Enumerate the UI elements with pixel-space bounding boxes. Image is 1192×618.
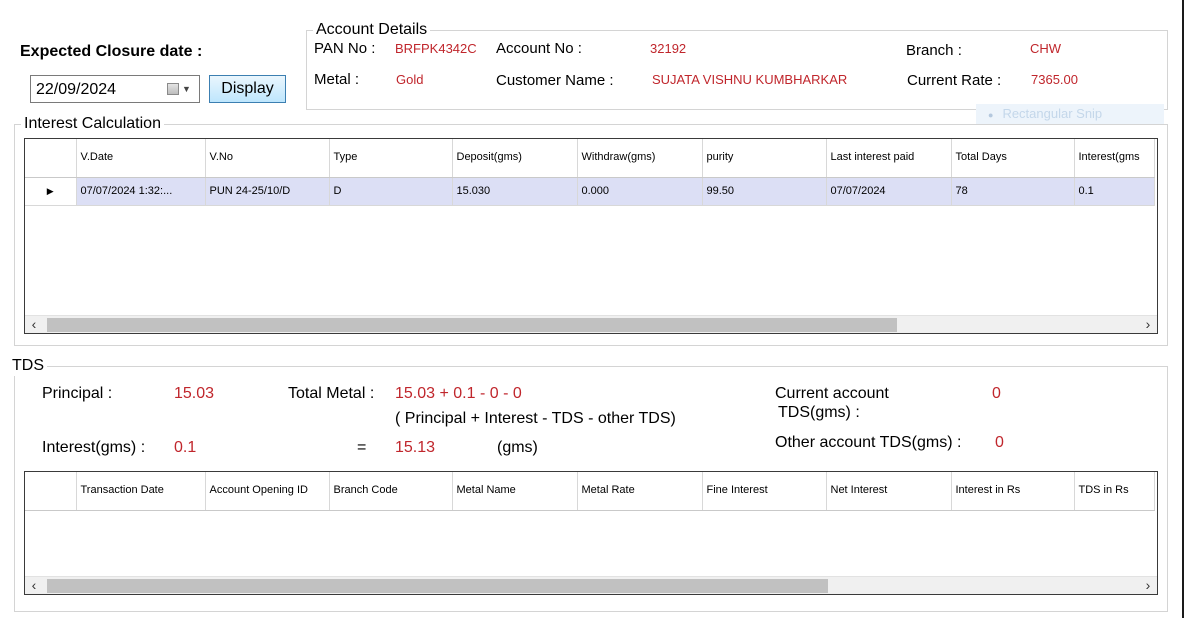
col-header[interactable]: V.No: [205, 139, 330, 178]
calendar-icon[interactable]: [167, 83, 179, 95]
col-header[interactable]: Interest(gms: [1074, 139, 1155, 178]
col-header[interactable]: Net Interest: [826, 472, 952, 511]
account-details-title: Account Details: [313, 20, 431, 40]
account-no-label: Account No :: [496, 40, 582, 57]
cell-withdraw[interactable]: 0.000: [577, 177, 703, 206]
rectangular-snip-overlay: ● Rectangular Snip: [976, 104, 1164, 124]
cell-deposit[interactable]: 15.030: [452, 177, 578, 206]
row-indicator-icon[interactable]: ▶: [25, 177, 77, 206]
window-right-border: [1182, 0, 1184, 618]
col-header[interactable]: Fine Interest: [702, 472, 827, 511]
metal-value: Gold: [396, 72, 424, 87]
formula-note: ( Principal + Interest - TDS - other TDS…: [395, 410, 676, 427]
cell-vdate[interactable]: 07/07/2024 1:32:...: [76, 177, 206, 206]
col-header[interactable]: Last interest paid: [826, 139, 952, 178]
tds-table: Transaction Date Account Opening ID Bran…: [25, 472, 1155, 511]
snip-label: Rectangular Snip: [1002, 106, 1103, 121]
col-header[interactable]: Withdraw(gms): [577, 139, 703, 178]
col-header[interactable]: Transaction Date: [76, 472, 206, 511]
col-header[interactable]: purity: [702, 139, 827, 178]
col-header[interactable]: Deposit(gms): [452, 139, 578, 178]
customer-name-value: SUJATA VISHNU KUMBHARKAR: [652, 72, 848, 87]
scroll-right-icon[interactable]: ›: [1139, 316, 1157, 333]
chevron-down-icon[interactable]: ▼: [182, 84, 191, 94]
total-metal-expression: 15.03 + 0.1 - 0 - 0: [395, 385, 522, 402]
current-rate-value: 7365.00: [1031, 72, 1078, 87]
current-account-tds-label-2: TDS(gms) :: [778, 404, 860, 421]
cell-vno[interactable]: PUN 24-25/10/D: [205, 177, 330, 206]
interest-gms-label: Interest(gms) :: [42, 439, 146, 456]
cell-last-interest-paid[interactable]: 07/07/2024: [826, 177, 952, 206]
cell-total-days[interactable]: 78: [951, 177, 1075, 206]
total-metal-label: Total Metal :: [288, 385, 375, 402]
expected-closure-label: Expected Closure date :: [20, 43, 203, 60]
other-account-tds-value: 0: [995, 434, 1004, 451]
col-header[interactable]: TDS in Rs: [1074, 472, 1155, 511]
tds-grid[interactable]: Transaction Date Account Opening ID Bran…: [24, 471, 1158, 595]
col-header[interactable]: Type: [329, 139, 453, 178]
total-metal-result: 15.13: [395, 439, 436, 456]
col-header[interactable]: V.Date: [76, 139, 206, 178]
col-header[interactable]: Metal Rate: [577, 472, 703, 511]
pan-value: BRFPK4342C: [395, 41, 477, 56]
current-account-tds-value: 0: [992, 385, 1001, 402]
branch-value: CHW: [1030, 41, 1062, 56]
tds-title: TDS: [9, 356, 47, 376]
display-button[interactable]: Display: [209, 75, 286, 103]
row-header-corner: [25, 472, 77, 511]
col-header[interactable]: Account Opening ID: [205, 472, 330, 511]
customer-name-label: Customer Name :: [496, 72, 614, 89]
other-account-tds-label: Other account TDS(gms) :: [775, 434, 962, 451]
unit-gms: (gms): [497, 439, 538, 456]
snip-icon: ●: [988, 110, 994, 120]
interest-table: V.Date V.No Type Deposit(gms) Withdraw(g…: [25, 139, 1155, 206]
scroll-left-icon[interactable]: ‹: [25, 316, 43, 333]
interest-horizontal-scrollbar[interactable]: ‹ ›: [25, 315, 1157, 333]
tds-horizontal-scrollbar[interactable]: ‹ ›: [25, 576, 1157, 594]
interest-grid[interactable]: V.Date V.No Type Deposit(gms) Withdraw(g…: [24, 138, 1158, 334]
col-header[interactable]: Total Days: [951, 139, 1075, 178]
scrollbar-thumb[interactable]: [47, 579, 828, 593]
branch-label: Branch :: [906, 42, 962, 59]
cell-purity[interactable]: 99.50: [702, 177, 827, 206]
closure-date-picker[interactable]: 22/09/2024 ▼: [30, 75, 200, 103]
current-rate-label: Current Rate :: [907, 72, 1002, 89]
tds-header-row: Transaction Date Account Opening ID Bran…: [25, 472, 1155, 511]
scroll-left-icon[interactable]: ‹: [25, 577, 43, 594]
interest-gms-value: 0.1: [174, 439, 197, 456]
col-header[interactable]: Metal Name: [452, 472, 578, 511]
interest-calculation-title: Interest Calculation: [21, 114, 164, 134]
current-account-tds-label: Current account: [775, 385, 889, 402]
principal-label: Principal :: [42, 385, 113, 402]
closure-date-value[interactable]: 22/09/2024: [36, 81, 116, 99]
table-row[interactable]: ▶ 07/07/2024 1:32:... PUN 24-25/10/D D 1…: [25, 177, 1155, 206]
row-header-corner: [25, 139, 77, 178]
metal-label: Metal :: [314, 71, 360, 88]
col-header[interactable]: Branch Code: [329, 472, 453, 511]
col-header[interactable]: Interest in Rs: [951, 472, 1075, 511]
scrollbar-thumb[interactable]: [47, 318, 897, 332]
interest-header-row: V.Date V.No Type Deposit(gms) Withdraw(g…: [25, 139, 1155, 178]
pan-label: PAN No :: [314, 40, 376, 57]
cell-interest[interactable]: 0.1: [1074, 177, 1155, 206]
scroll-right-icon[interactable]: ›: [1139, 577, 1157, 594]
account-no-value: 32192: [650, 41, 687, 56]
principal-value: 15.03: [174, 385, 215, 402]
cell-type[interactable]: D: [329, 177, 453, 206]
equals-sign: =: [357, 439, 367, 456]
